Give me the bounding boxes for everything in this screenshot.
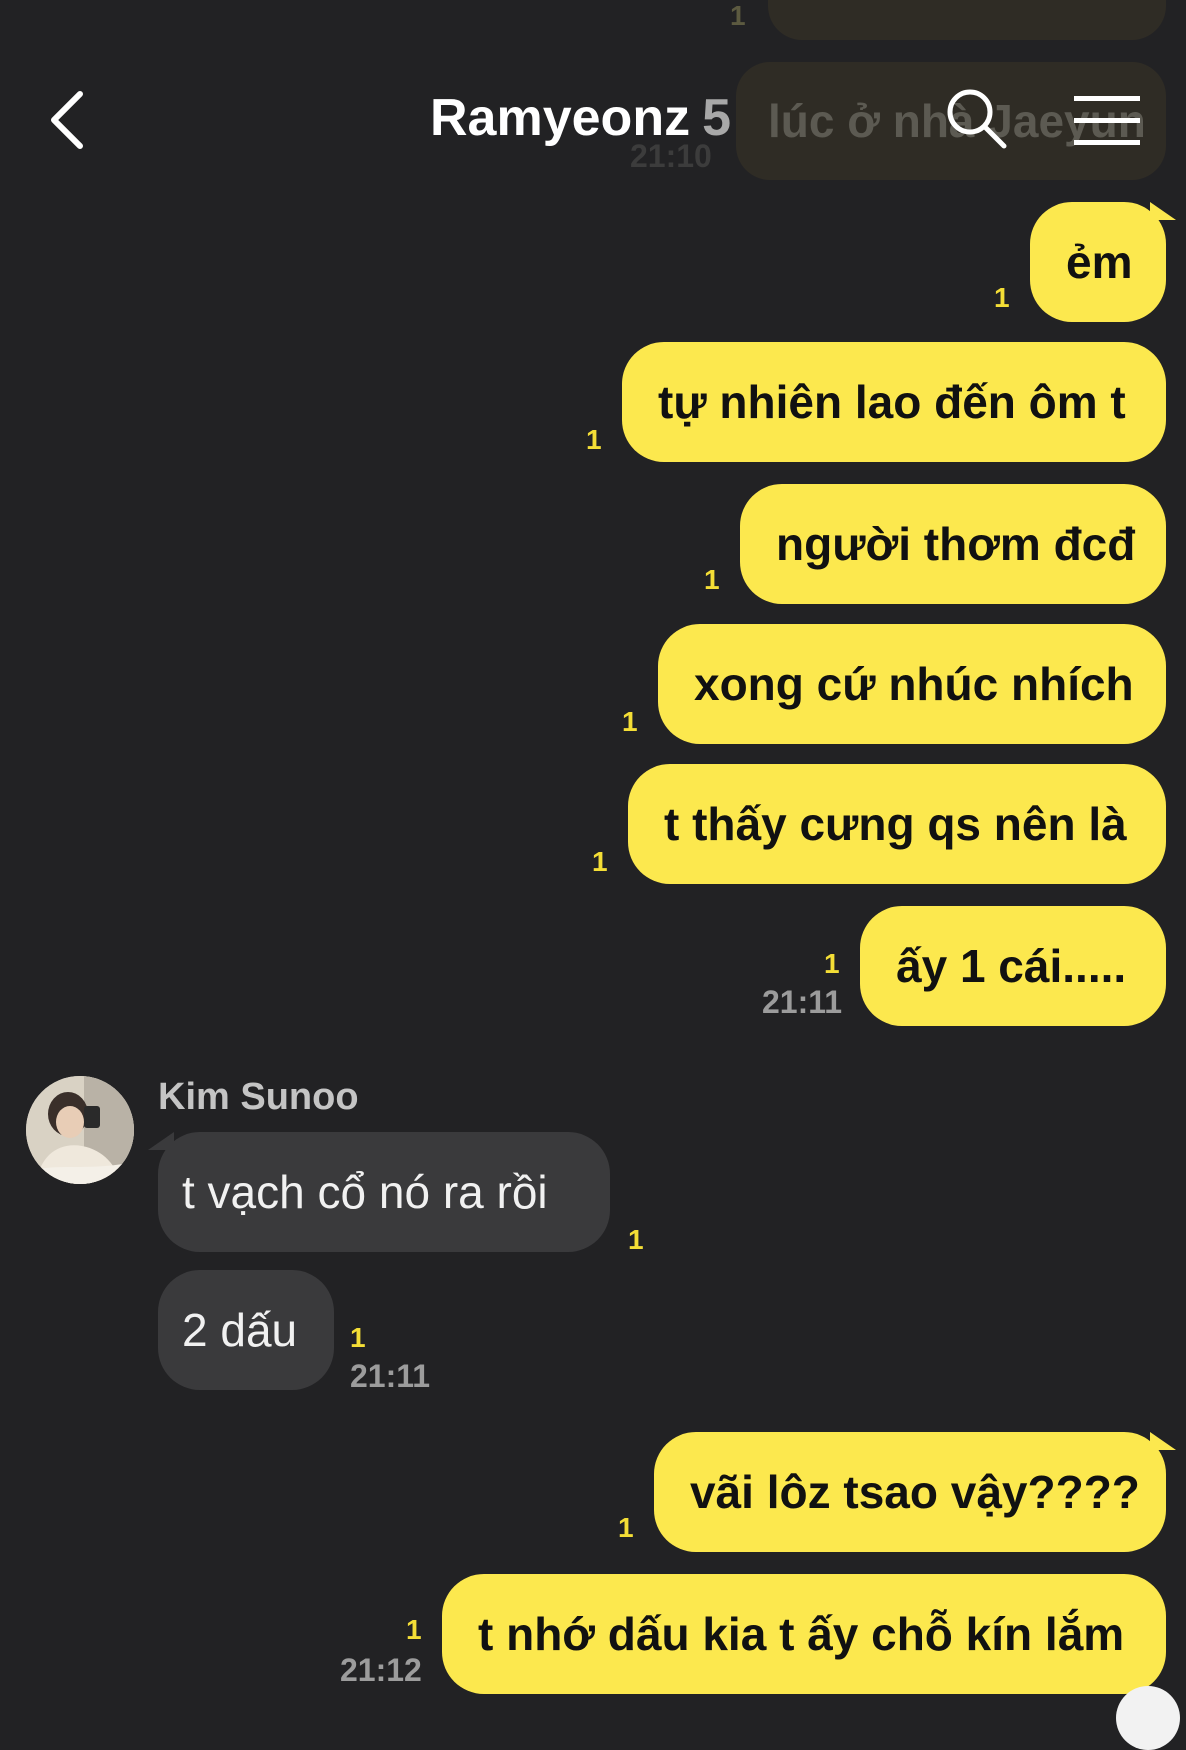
- unread-count: 1: [618, 1512, 634, 1543]
- message-text: t nhớ dấu kia t ấy chỗ kín lắm: [478, 1608, 1125, 1660]
- incoming-message-bubble[interactable]: t vạch cổ nó ra rồi: [158, 1132, 610, 1252]
- my-message-bubble[interactable]: tự nhiên lao đến ôm t: [622, 342, 1166, 462]
- message-timestamp: 21:11: [350, 1358, 431, 1394]
- scroll-down-button[interactable]: [1116, 1686, 1180, 1750]
- chat-title: Ramyeonz 5: [430, 88, 731, 148]
- bubble-tail: [1150, 1432, 1176, 1450]
- chat-title-name: Ramyeonz: [430, 89, 691, 147]
- unread-count: 1: [628, 1224, 644, 1255]
- unread-count: 1: [824, 948, 840, 979]
- unread-count: 1: [592, 846, 608, 877]
- message-text: tự nhiên lao đến ôm t: [658, 376, 1126, 428]
- search-icon[interactable]: [944, 86, 1008, 150]
- avatar-photo: [26, 1076, 134, 1184]
- my-message-bubble[interactable]: xong cứ nhúc nhích: [658, 624, 1166, 744]
- bubble-tail: [148, 1132, 174, 1150]
- my-message-bubble[interactable]: vãi lôz tsao vậy????: [654, 1432, 1166, 1552]
- message-text: vãi lôz tsao vậy????: [690, 1466, 1140, 1518]
- unread-count: 1: [994, 282, 1010, 313]
- unread-count: 1: [406, 1614, 422, 1645]
- message-text: t vạch cổ nó ra rồi: [182, 1166, 548, 1218]
- my-message-bubble[interactable]: ẻm: [1030, 202, 1166, 322]
- avatar[interactable]: [26, 1076, 134, 1184]
- unread-count: 1: [586, 424, 602, 455]
- chat-header: Ramyeonz 5: [0, 60, 1186, 180]
- message-text: ẻm: [1066, 236, 1133, 288]
- message-text: t thấy cưng qs nên là: [664, 798, 1127, 850]
- my-message-bubble[interactable]: ấy 1 cái.....: [860, 906, 1166, 1026]
- ghost-bubble-top: [768, 0, 1166, 40]
- my-message-bubble[interactable]: t thấy cưng qs nên là: [628, 764, 1166, 884]
- unread-count: 1: [350, 1322, 366, 1353]
- unread-count: 1: [622, 706, 638, 737]
- unread-count: 1: [704, 564, 720, 595]
- ghost-unread-count: 1: [730, 0, 746, 31]
- incoming-message-bubble[interactable]: 2 dấu: [158, 1270, 334, 1390]
- message-text: ấy 1 cái.....: [896, 940, 1127, 992]
- my-message-bubble[interactable]: t nhớ dấu kia t ấy chỗ kín lắm: [442, 1574, 1166, 1694]
- member-count: 5: [702, 89, 731, 147]
- message-timestamp: 21:11: [762, 984, 843, 1020]
- message-text: 2 dấu: [182, 1304, 298, 1356]
- message-timestamp: 21:12: [340, 1652, 422, 1688]
- chevron-left-icon[interactable]: [44, 90, 104, 150]
- message-text: xong cứ nhúc nhích: [694, 658, 1134, 710]
- bubble-tail: [1150, 202, 1176, 220]
- message-text: người thơm đcđ: [776, 518, 1136, 570]
- hamburger-menu-icon[interactable]: [1074, 94, 1140, 146]
- my-message-bubble[interactable]: người thơm đcđ: [740, 484, 1166, 604]
- sender-name: Kim Sunoo: [158, 1076, 359, 1118]
